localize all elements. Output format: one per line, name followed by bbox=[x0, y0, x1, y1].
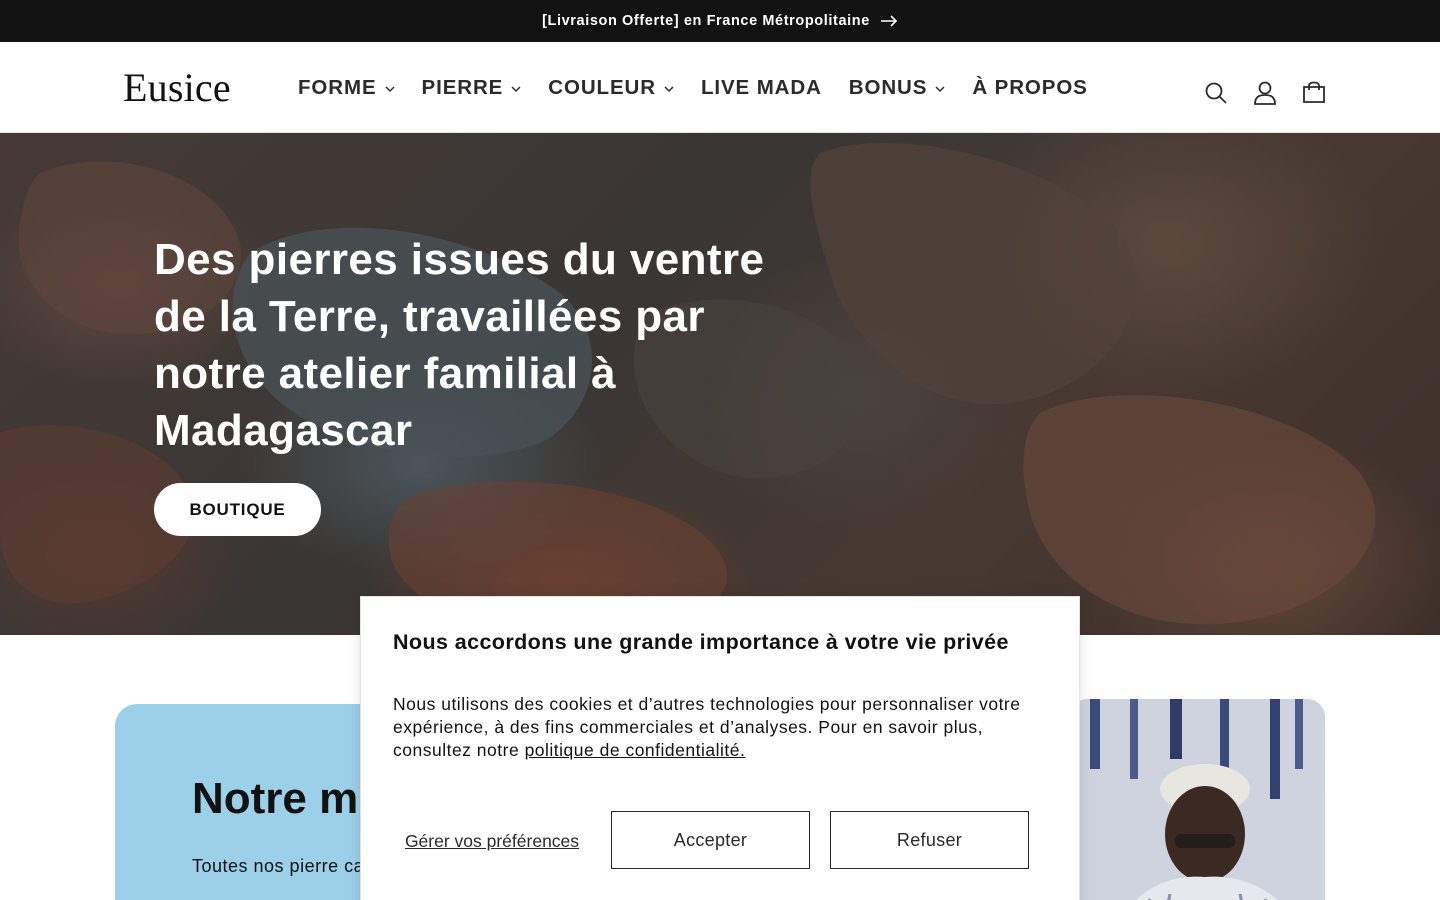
chevron-down-icon bbox=[935, 86, 945, 92]
nav-item-forme[interactable]: FORME bbox=[298, 76, 395, 99]
nav-item-label: BONUS bbox=[848, 76, 928, 99]
search-button[interactable] bbox=[1204, 80, 1228, 106]
nav-item-label: LIVE MADA bbox=[700, 76, 822, 99]
cart-icon bbox=[1303, 81, 1325, 103]
cookie-consent-banner: Nous accordons une grande importance à v… bbox=[360, 596, 1080, 900]
refuse-button[interactable]: Refuser bbox=[830, 811, 1029, 869]
announcement-bar[interactable]: [Livraison Offerte] en France Métropolit… bbox=[0, 0, 1440, 42]
nav-item-couleur[interactable]: COULEUR bbox=[548, 76, 674, 99]
nav-item-label: COULEUR bbox=[548, 76, 656, 99]
header-icons bbox=[1204, 80, 1326, 106]
main-nav: FORME PIERRE COULEUR LIVE MADA BONUS À P… bbox=[298, 76, 1115, 99]
hero-heading: Des pierres issues du ventre de la Terre… bbox=[154, 235, 765, 455]
announcement-text[interactable]: [Livraison Offerte] en France Métropolit… bbox=[542, 13, 870, 29]
nav-item-live-mada[interactable]: LIVE MADA bbox=[700, 76, 822, 99]
search-icon bbox=[1205, 82, 1227, 104]
mission-title: Notre m bbox=[192, 774, 359, 823]
account-icon bbox=[1254, 81, 1276, 105]
nav-item-label: À PROPOS bbox=[972, 76, 1088, 99]
accept-button[interactable]: Accepter bbox=[611, 811, 810, 869]
chevron-down-icon bbox=[511, 86, 521, 92]
artisan-illustration bbox=[1070, 699, 1325, 900]
nav-item-bonus[interactable]: BONUS bbox=[848, 76, 946, 99]
chevron-down-icon bbox=[385, 86, 395, 92]
hero-banner: Des pierres issues du ventre de la Terre… bbox=[0, 133, 1440, 635]
chevron-down-icon bbox=[664, 86, 674, 92]
site-logo[interactable]: Eusice bbox=[123, 68, 231, 108]
site-header: Eusice FORME PIERRE COULEUR LIVE MADA BO… bbox=[0, 42, 1440, 133]
arrow-right-icon bbox=[880, 15, 897, 27]
cookie-body: Nous utilisons des cookies et d’autres t… bbox=[393, 693, 1033, 762]
nav-item-pierre[interactable]: PIERRE bbox=[421, 76, 522, 99]
nav-item-label: PIERRE bbox=[421, 76, 504, 99]
boutique-button[interactable]: BOUTIQUE bbox=[154, 483, 321, 536]
nav-item-a-propos[interactable]: À PROPOS bbox=[972, 76, 1088, 99]
artisan-photo bbox=[1070, 699, 1325, 900]
nav-item-label: FORME bbox=[298, 76, 377, 99]
cart-button[interactable] bbox=[1302, 80, 1326, 106]
privacy-policy-link[interactable]: politique de confidentialité. bbox=[525, 740, 746, 760]
cookie-title: Nous accordons une grande importance à v… bbox=[393, 630, 1009, 654]
manage-preferences-link[interactable]: Gérer vos préférences bbox=[393, 819, 591, 863]
account-button[interactable] bbox=[1253, 80, 1277, 106]
